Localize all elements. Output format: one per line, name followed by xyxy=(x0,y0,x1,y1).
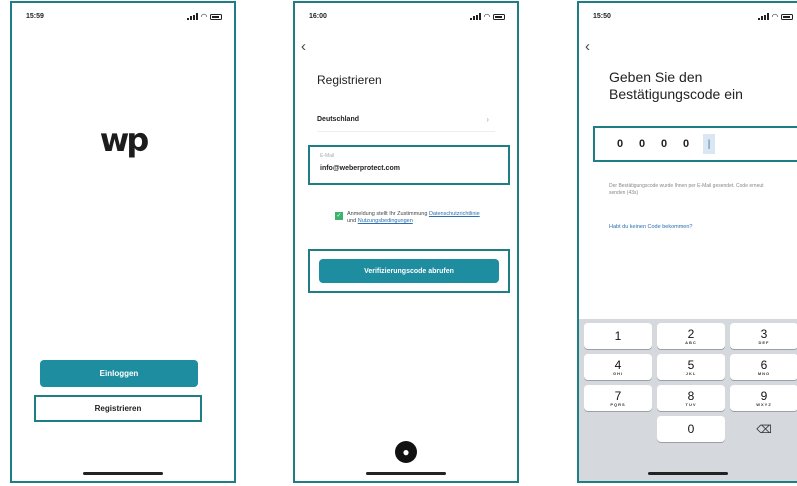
key-2[interactable]: 2 ABC xyxy=(657,323,725,349)
consent-text: Anmeldung stellt Ihr Zustimmung xyxy=(347,211,428,217)
title-line-1: Geben Sie den xyxy=(609,69,703,85)
code-digit: 0 xyxy=(682,138,690,150)
app-logo: wp xyxy=(99,121,149,159)
wifi-icon: ◠ xyxy=(200,12,207,21)
privacy-policy-link[interactable]: Datenschutzrichtlinie xyxy=(429,211,480,217)
country-select[interactable]: Deutschland › xyxy=(317,107,495,132)
code-digit: 0 xyxy=(638,138,646,150)
key-4[interactable]: 4 GHI xyxy=(584,354,652,380)
status-bar: 15:59 ◠ xyxy=(12,12,234,24)
wifi-icon: ◠ xyxy=(483,12,490,21)
get-verification-code-button[interactable]: Verifizierungscode abrufen xyxy=(319,259,499,283)
home-indicator[interactable] xyxy=(83,472,163,475)
email-field[interactable]: E-Mail info@weberprotect.com xyxy=(308,145,510,185)
numeric-keypad: 1 2 ABC 3 DEF 4 GHI 5 JKL 6 MNO 7 PQRS 8 TUV 9W… xyxy=(579,319,797,481)
email-value: info@weberprotect.com xyxy=(320,165,400,172)
signal-bars-icon xyxy=(469,13,481,20)
consent-and: und xyxy=(347,218,357,224)
phone-screen-welcome: 15:59 ◠ wp Einloggen Registrieren xyxy=(10,1,236,483)
login-button[interactable]: Einloggen xyxy=(40,360,198,387)
code-digit: 0 xyxy=(660,138,668,150)
consent-checkbox[interactable]: ✓ xyxy=(335,212,343,220)
chevron-left-icon[interactable]: ‹ xyxy=(585,39,590,54)
status-bar: 16:00 ◠ xyxy=(295,12,517,24)
signal-bars-icon xyxy=(186,13,198,20)
consent-row: ✓ Anmeldung stellt Ihr Zustimmung Datens… xyxy=(335,211,485,225)
home-indicator[interactable] xyxy=(366,472,446,475)
key-1[interactable]: 1 xyxy=(584,323,652,349)
battery-icon xyxy=(210,13,222,20)
key-5[interactable]: 5 JKL xyxy=(657,354,725,380)
chevron-right-icon: › xyxy=(486,114,489,124)
key-7[interactable]: 7 PQRS xyxy=(584,385,652,411)
resend-code-link[interactable]: Habt du keinen Code bekommen? xyxy=(609,224,692,230)
key-6[interactable]: 6 MNO xyxy=(730,354,797,380)
key-3[interactable]: 3 DEF xyxy=(730,323,797,349)
phone-screen-verification: 15:50 ◠ ‹ Geben Sie den Bestätigungscode… xyxy=(577,1,797,483)
text-cursor: | xyxy=(703,134,715,154)
signal-bars-icon xyxy=(757,13,769,20)
title-line-2: Bestätigungscode ein xyxy=(609,86,743,102)
code-digit: 0 xyxy=(616,138,624,150)
page-title: Registrieren xyxy=(317,73,382,87)
key-9[interactable]: 9 WXYZ xyxy=(730,385,797,411)
phone-screen-register: 16:00 ◠ ‹ Registrieren Deutschland › E-M… xyxy=(293,1,519,483)
status-time: 15:50 xyxy=(593,13,611,20)
backspace-icon[interactable]: ⌫ xyxy=(730,416,797,442)
status-time: 15:59 xyxy=(26,13,44,20)
chevron-left-icon[interactable]: ‹ xyxy=(301,39,306,54)
verify-highlight: Verifizierungscode abrufen xyxy=(308,249,510,293)
email-label: E-Mail xyxy=(320,153,335,159)
register-button[interactable]: Registrieren xyxy=(34,395,202,422)
wifi-icon: ◠ xyxy=(771,12,778,21)
terms-link[interactable]: Nutzungsbedingungen xyxy=(358,218,413,224)
status-time: 16:00 xyxy=(309,13,327,20)
verification-code-input[interactable]: 0 0 0 0 | xyxy=(593,126,797,162)
key-8[interactable]: 8 TUV xyxy=(657,385,725,411)
apple-icon[interactable]: ● xyxy=(395,441,417,463)
status-bar: 15:50 ◠ xyxy=(579,12,797,24)
key-empty xyxy=(584,416,652,442)
battery-icon xyxy=(493,13,505,20)
code-info-text: Der Bestätigungscode wurde Ihnen per E-M… xyxy=(609,183,764,196)
key-0[interactable]: 0 xyxy=(657,416,725,442)
home-indicator[interactable] xyxy=(648,472,728,475)
country-value: Deutschland xyxy=(317,115,360,123)
page-title: Geben Sie den Bestätigungscode ein xyxy=(609,69,743,103)
battery-icon xyxy=(781,13,793,20)
